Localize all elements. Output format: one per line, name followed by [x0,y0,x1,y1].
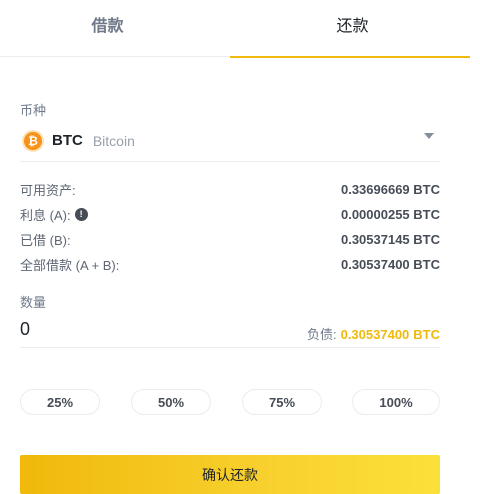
interest-label: 利息 (A): [20,207,71,223]
bitcoin-icon: ₿ [22,129,44,152]
quantity-label: 数量 [20,295,47,310]
debt-amount: 0.30537400 [340,327,410,342]
confirm-repay-button[interactable]: 确认还款 [20,455,440,494]
tab-repay[interactable]: 还款 [230,0,470,58]
borrowed-label: 已借 (B): [20,232,71,248]
percent-25-button[interactable]: 25% [20,389,100,415]
coin-name: Bitcoin [92,132,135,149]
info-row-total: 全部借款 (A + B): 0.30537400 BTC [20,254,440,274]
info-row-interest: 利息 (A): ! 0.00000255 BTC [20,204,440,224]
available-value: 0.33696669 BTC [340,181,440,197]
quantity-row: 负债:0.30537400BTC [20,314,440,348]
interest-label-group: 利息 (A): ! [20,205,88,224]
debt-unit: BTC [413,327,440,342]
debt-info: 负债: 0.30537400 BTC [307,324,440,343]
percent-100-button[interactable]: 100% [352,389,440,415]
info-row-available: 可用资产: 0.33696669 BTC [20,179,440,199]
caret-down-icon[interactable] [424,133,434,139]
tab-borrow[interactable]: 借款 [0,0,225,57]
quantity-input[interactable] [20,316,260,342]
coin-symbol: BTC [52,132,83,149]
coin-select[interactable]: ₿ BTC Bitcoin [20,120,440,162]
total-label: 全部借款 (A + B): [20,257,120,273]
total-value: 0.30537400 BTC [340,256,440,272]
percent-75-button[interactable]: 75% [242,389,322,415]
info-row-borrowed: 已借 (B): 0.30537145 BTC [20,229,440,249]
interest-value: 0.00000255 BTC [340,206,440,222]
tab-bar: 借款 还款 [0,0,470,58]
alert-icon[interactable]: ! [74,207,88,221]
debt-label: 负债: [306,327,337,342]
coin-label: 币种 [20,103,47,118]
percent-50-button[interactable]: 50% [131,389,211,415]
available-label: 可用资产: [20,182,76,198]
borrowed-value: 0.30537145 BTC [340,231,440,247]
